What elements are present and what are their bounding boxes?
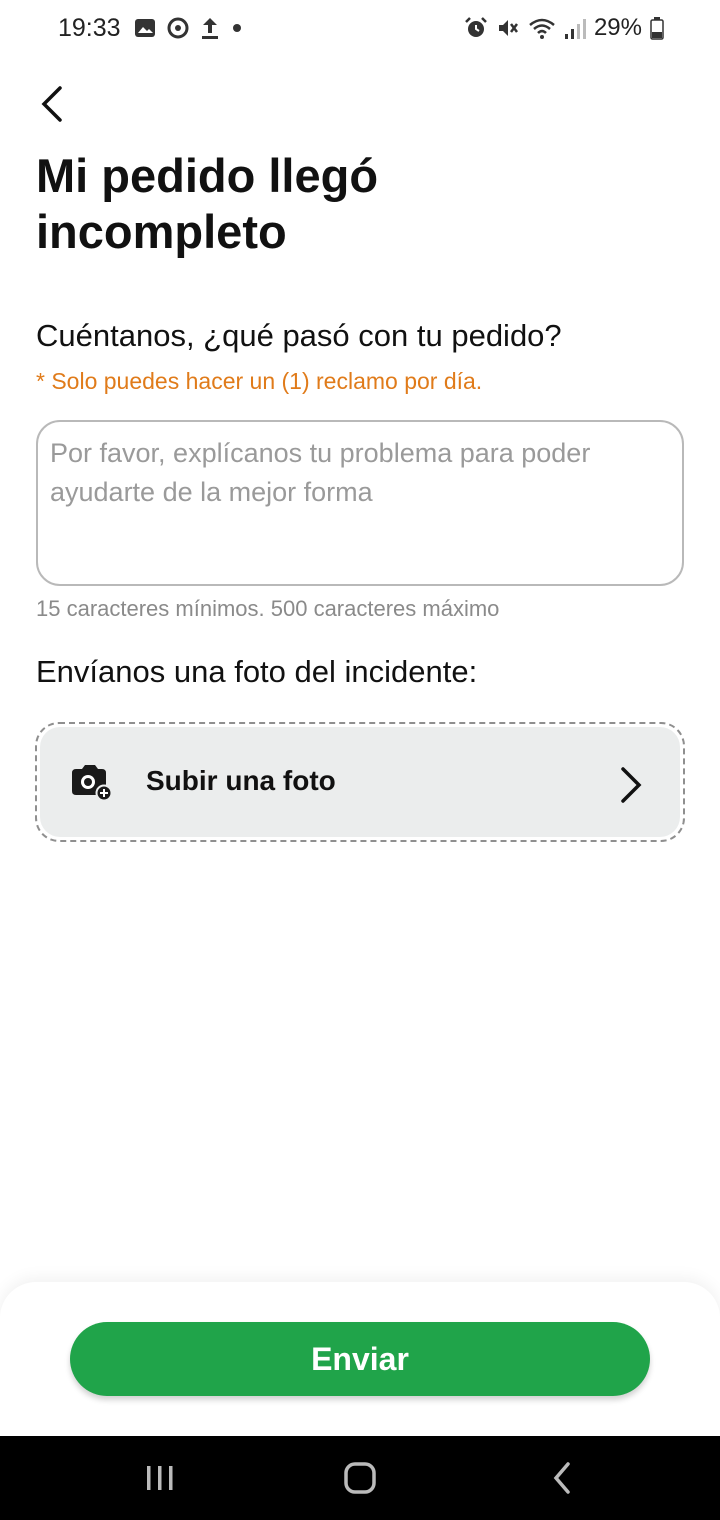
system-back-button[interactable] [540,1458,584,1498]
recent-apps-icon [147,1466,173,1490]
battery-icon [650,17,664,40]
page-title: Mi pedido llegó incompleto [36,149,379,258]
signal-icon [564,19,586,39]
gallery-icon [135,19,155,37]
battery-percentage: 29% [593,14,642,41]
sync-icon [167,17,189,39]
upload-icon [202,18,218,39]
status-bar: 19:33 29% [0,0,720,56]
upload-photo-label: Subir una foto [146,765,336,796]
send-button[interactable]: Enviar [70,1322,650,1396]
mute-icon [498,20,518,36]
upload-photo-area: Subir una foto [35,722,685,842]
status-left-icons [134,16,244,40]
chevron-left-icon [41,86,62,122]
home-button[interactable] [338,1458,382,1498]
upload-photo-button[interactable]: Subir una foto [40,727,680,837]
recent-apps-button[interactable] [138,1458,182,1498]
back-button[interactable] [30,82,74,126]
camera-add-icon [72,765,113,802]
claim-limit-notice: * Solo puedes hacer un (1) reclamo por d… [36,368,483,394]
system-navigation-bar [0,1436,720,1520]
status-right-icons: 29% [464,14,664,42]
question-label: Cuéntanos, ¿qué pasó con tu pedido? [36,318,562,353]
photo-label: Envíanos una foto del incidente: [36,654,478,689]
bottom-action-panel: Enviar [0,1282,720,1436]
dot-icon [233,24,241,32]
character-limit-hint: 15 caracteres mínimos. 500 caracteres má… [36,596,500,621]
alarm-icon [465,17,487,37]
home-icon [344,1462,376,1494]
status-time: 19:33 [58,14,121,42]
problem-description-input[interactable] [36,420,684,586]
wifi-icon [529,18,555,39]
chevron-right-icon [621,767,642,803]
back-icon [553,1462,570,1494]
